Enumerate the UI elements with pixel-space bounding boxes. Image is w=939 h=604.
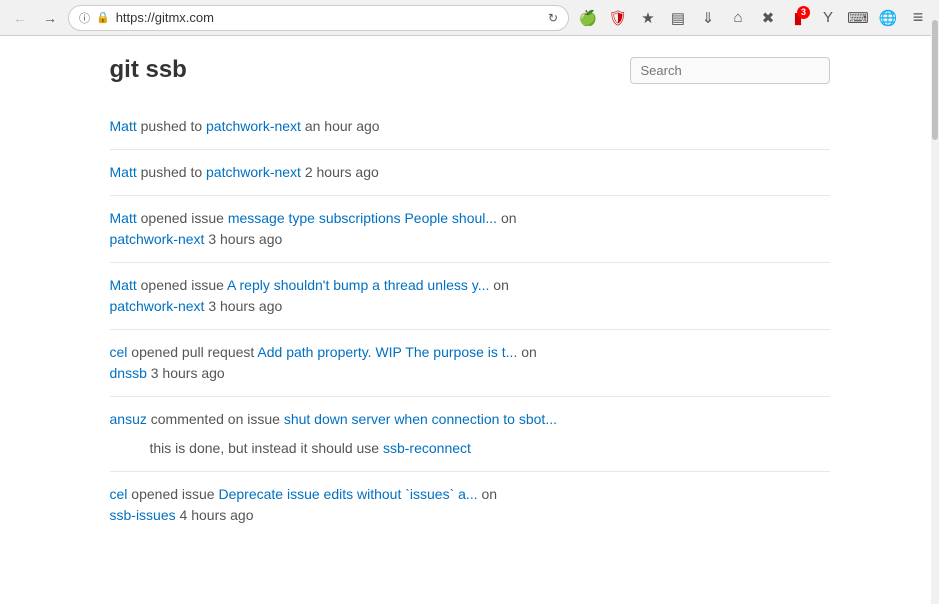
bookmark-star-icon[interactable]: ★ — [635, 5, 661, 31]
activity-item: Matt pushed to patchwork-next an hour ag… — [110, 104, 830, 150]
target-link[interactable]: Add path property. WIP The purpose is t.… — [257, 344, 517, 360]
yandex-icon[interactable]: Y — [815, 5, 841, 31]
actor-link[interactable]: Matt — [110, 210, 137, 226]
action-text: pushed to — [141, 118, 203, 134]
browser-chrome: ← → ⓘ 🔒 https://gitmx.com ↻ 🍏 🛡 ★ ▤ ⇓ ⌂ … — [0, 0, 939, 36]
address-url[interactable]: https://gitmx.com — [116, 10, 542, 25]
pocket-icon[interactable]: ✖ — [755, 5, 781, 31]
target-link[interactable]: A reply shouldn't bump a thread unless y… — [227, 277, 489, 293]
menu-button[interactable]: ≡ — [905, 5, 931, 31]
timestamp: an hour ago — [305, 118, 380, 134]
repo-link[interactable]: patchwork-next — [110, 298, 205, 314]
lock-icon: 🔒 — [96, 11, 110, 24]
page-header: git ssb — [110, 56, 830, 84]
actor-link[interactable]: cel — [110, 344, 128, 360]
actor-link[interactable]: Matt — [110, 277, 137, 293]
activity-item: Matt opened issue A reply shouldn't bump… — [110, 263, 830, 330]
activity-item: Matt opened issue message type subscript… — [110, 196, 830, 263]
repo-link[interactable]: dnssb — [110, 365, 147, 381]
actor-link[interactable]: Matt — [110, 164, 137, 180]
repo-link[interactable]: patchwork-next — [110, 231, 205, 247]
timestamp: 3 hours ago — [151, 365, 225, 381]
translate-icon[interactable]: 🌐 — [875, 5, 901, 31]
info-icon: ⓘ — [79, 10, 90, 26]
actor-link[interactable]: ansuz — [110, 411, 147, 427]
action-text: pushed to — [141, 164, 203, 180]
search-input[interactable] — [630, 57, 830, 84]
extension-icon-1[interactable]: 🍏 — [575, 5, 601, 31]
action-text: commented on issue — [151, 411, 280, 427]
reload-button[interactable]: ↻ — [548, 11, 558, 25]
bookmark-list-icon[interactable]: ▤ — [665, 5, 691, 31]
activity-item: cel opened issue Deprecate issue edits w… — [110, 472, 830, 538]
actor-link[interactable]: cel — [110, 486, 128, 502]
target-link[interactable]: Deprecate issue edits without `issues` a… — [218, 486, 477, 502]
activity-item: Matt pushed to patchwork-next 2 hours ag… — [110, 150, 830, 196]
timestamp: 3 hours ago — [208, 298, 282, 314]
notification-badge: 3 — [797, 6, 810, 19]
action-text: opened issue — [141, 210, 224, 226]
extension-icon-2[interactable]: 🛡 — [605, 5, 631, 31]
browser-toolbar: 🍏 🛡 ★ ▤ ⇓ ⌂ ✖ ▮ 3 Y ⌨ 🌐 ≡ — [575, 5, 931, 31]
action-text: opened pull request — [131, 344, 254, 360]
target-link[interactable]: shut down server when connection to sbot… — [284, 411, 557, 427]
timestamp: 3 hours ago — [208, 231, 282, 247]
repo-link[interactable]: ssb-issues — [110, 507, 176, 523]
page-content: git ssb Matt pushed to patchwork-next an… — [90, 36, 850, 558]
activity-item: cel opened pull request Add path propert… — [110, 330, 830, 397]
home-icon[interactable]: ⌂ — [725, 5, 751, 31]
back-button[interactable]: ← — [8, 6, 32, 30]
action-text: opened issue — [141, 277, 224, 293]
address-bar: ⓘ 🔒 https://gitmx.com ↻ — [68, 5, 569, 31]
target-link[interactable]: message type subscriptions People shoul.… — [228, 210, 497, 226]
activity-list: Matt pushed to patchwork-next an hour ag… — [110, 104, 830, 538]
action-text: opened issue — [131, 486, 214, 502]
activity-item: ansuz commented on issue shut down serve… — [110, 397, 830, 472]
target-link[interactable]: patchwork-next — [206, 118, 301, 134]
timestamp: 2 hours ago — [305, 164, 379, 180]
quote-link[interactable]: ssb-reconnect — [383, 440, 471, 456]
actor-link[interactable]: Matt — [110, 118, 137, 134]
scrollbar[interactable] — [931, 0, 939, 604]
notification-icon[interactable]: ▮ 3 — [785, 5, 811, 31]
keyboard-icon[interactable]: ⌨ — [845, 5, 871, 31]
download-icon[interactable]: ⇓ — [695, 5, 721, 31]
scroll-thumb[interactable] — [932, 20, 938, 140]
forward-button[interactable]: → — [38, 6, 62, 30]
timestamp: 4 hours ago — [180, 507, 254, 523]
page-title: git ssb — [110, 56, 187, 84]
target-link[interactable]: patchwork-next — [206, 164, 301, 180]
quote-block: this is done, but instead it should use … — [150, 438, 830, 459]
